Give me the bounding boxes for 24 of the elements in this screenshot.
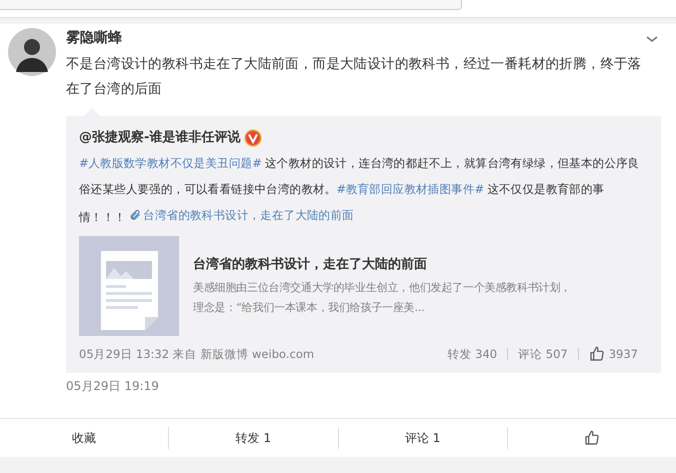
hashtag-link[interactable]: #教育部回应教材插图事件# <box>336 182 484 196</box>
like-count-button[interactable]: 3937 <box>588 346 638 363</box>
hashtag-link[interactable]: #人教版数学教材不仅是美丑问题# <box>79 156 262 170</box>
post-time[interactable]: 05月29日 19:19 <box>0 376 676 418</box>
card-summary: 美感细胞由三位台湾交通大学的毕业生创立，他们发起了一个美感教科书计划，理念是：“给我们一本课本，我们给孩子一座美... <box>193 280 572 316</box>
avatar[interactable] <box>8 28 56 76</box>
action-button[interactable]: 评论 1 <box>404 428 440 447</box>
action-button[interactable]: 收藏 <box>72 428 96 447</box>
comment-count-link[interactable]: 评论 507 <box>518 346 568 363</box>
article-link[interactable]: 台湾省的教科书设计，走在了大陆的前面 <box>129 202 354 228</box>
thumbs-up-icon <box>588 346 605 362</box>
repost-count-link[interactable]: 转发 340 <box>448 346 498 363</box>
card-title: 台湾省的教科书设计，走在了大陆的前面 <box>193 256 428 274</box>
author-name[interactable]: 雾隐嘶蜂 <box>66 28 122 49</box>
thumbs-up-icon <box>584 430 600 446</box>
paperclip-icon <box>129 208 142 220</box>
article-thumbnail-icon <box>79 236 179 336</box>
action-button[interactable]: 转发 1 <box>236 428 272 447</box>
repost-text: #人教版数学教材不仅是美丑问题# 这个教材的设计，连台湾的都赶不上，就算台湾有绿绿，但基本的公序良俗还某些人要强的，可以看看链接中台湾的教材。#教育部回应教材插图事件# 这不仅仅是教育部的事情！！！ 台湾省的教科书设计，走在了大陆的前面 <box>79 150 648 230</box>
repost-author[interactable]: @张捷观察-谁是谁非任评说 <box>79 128 240 148</box>
like-button[interactable] <box>584 430 600 446</box>
repost-meta: 05月29日 13:32 来自 新版微博 weibo.com <box>79 346 316 362</box>
post-text: 不是台湾设计的教科书走在了大陆前面，而是大陆设计的教科书，经过一番耗材的折腾，终于落在了台湾的后面 <box>66 55 642 99</box>
link-card[interactable]: 台湾省的教科书设计，走在了大陆的前面 美感细胞由三位台湾交通大学的毕业生创立，他们发起了一个美感教科书计划，理念是：“给我们一本课本，我们给孩子一座美... <box>79 236 648 336</box>
